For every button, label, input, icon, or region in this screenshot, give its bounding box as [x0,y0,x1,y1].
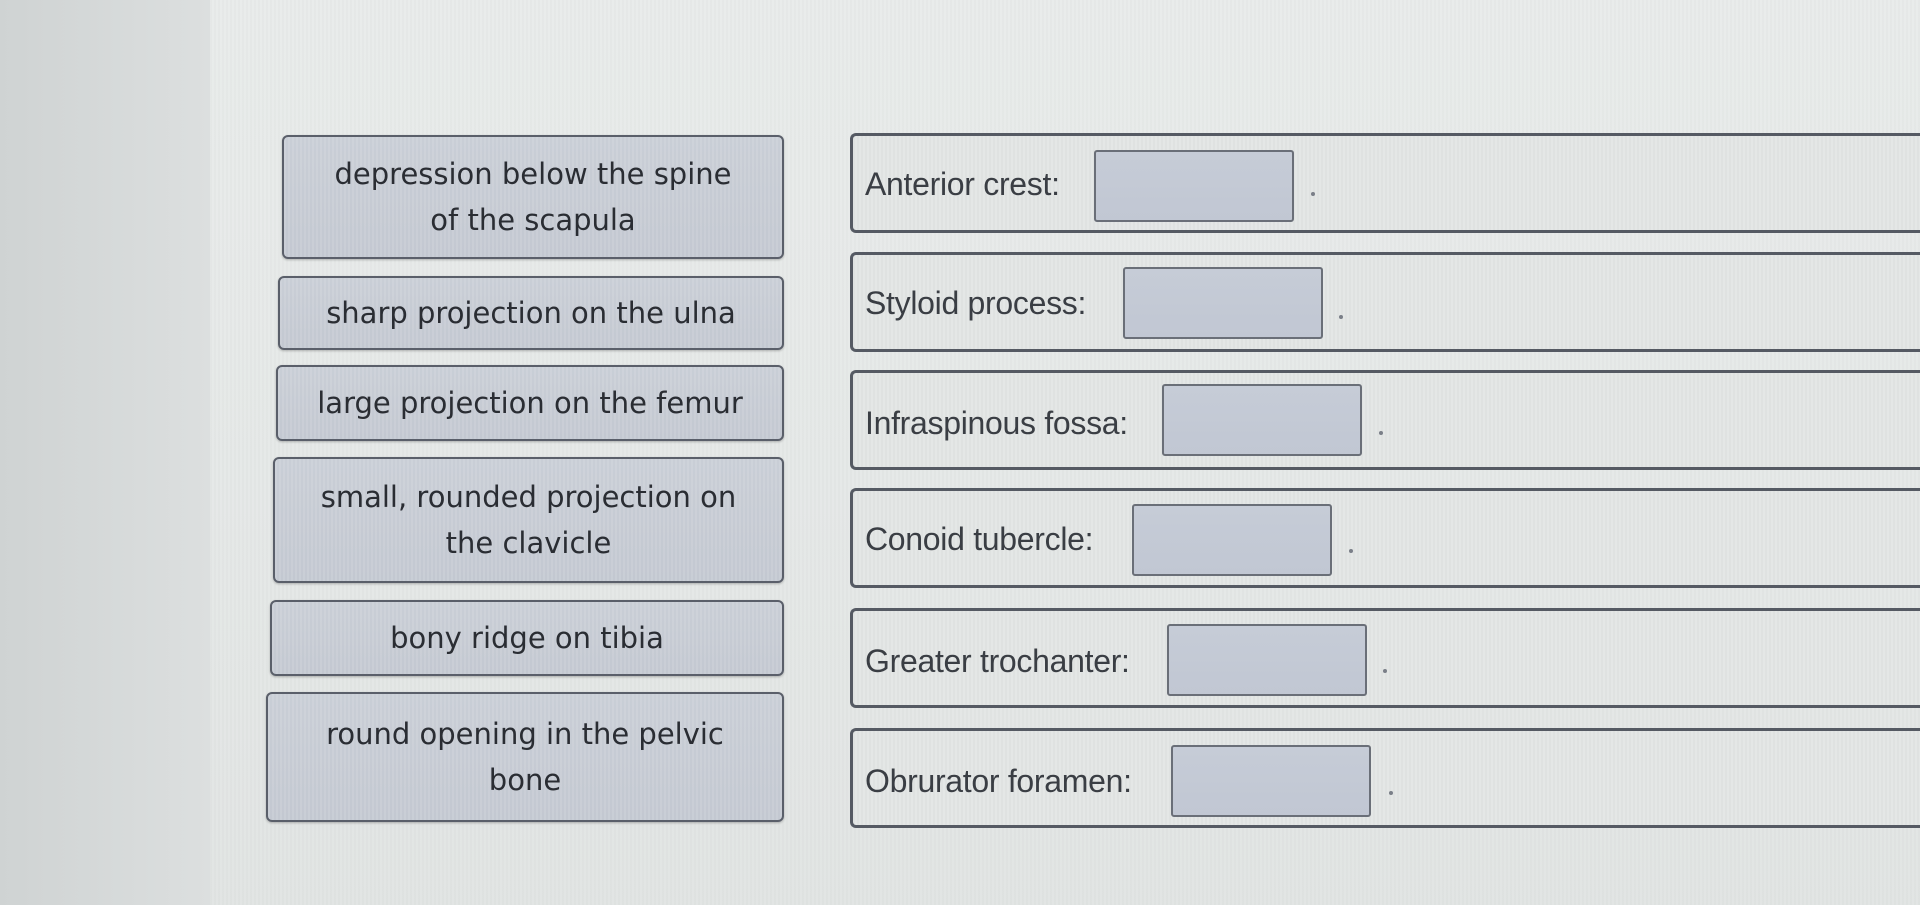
option-tile-text: large projection on the femur [317,385,743,420]
answer-drop-box[interactable] [1132,504,1332,576]
answer-drop-box[interactable] [1094,150,1294,222]
target-row-2: Styloid process: [850,252,1920,352]
page-margin [0,0,210,905]
target-label: Obrurator foramen: [865,763,1132,799]
period-mark [1349,549,1353,553]
answer-drop-box[interactable] [1171,745,1371,817]
option-tile-text: the clavicle [445,526,612,560]
option-tile-1[interactable]: depression below the spine of the scapul… [282,135,784,259]
target-row-6: Obrurator foramen: [850,728,1920,828]
target-label: Infraspinous fossa: [865,405,1128,441]
option-tile-text: sharp projection on the ulna [326,295,736,330]
option-tile-text: small, rounded projection on [320,479,737,514]
option-tile-text: depression below the spine [334,156,732,191]
target-row-3: Infraspinous fossa: [850,370,1920,470]
target-label: Greater trochanter: [865,643,1130,679]
option-tile-text: of the scapula [430,203,636,237]
option-tile-4[interactable]: small, rounded projection on the clavicl… [273,457,784,583]
target-label: Anterior crest: [865,166,1060,202]
option-tile-6[interactable]: round opening in the pelvic bone [266,692,784,822]
option-tile-text: bone [488,763,562,797]
target-row-1: Anterior crest: [850,133,1920,233]
answer-drop-box[interactable] [1167,624,1367,696]
period-mark [1311,192,1315,196]
period-mark [1383,669,1387,673]
answer-drop-box[interactable] [1123,267,1323,339]
option-tile-5[interactable]: bony ridge on tibia [270,600,784,676]
option-tile-text: bony ridge on tibia [390,620,664,655]
target-label: Conoid tubercle: [865,521,1094,557]
target-row-5: Greater trochanter: [850,608,1920,708]
period-mark [1339,315,1343,319]
target-row-4: Conoid tubercle: [850,488,1920,588]
option-tile-text: round opening in the pelvic [326,716,724,751]
target-label: Styloid process: [865,285,1087,321]
period-mark [1379,431,1383,435]
answer-drop-box[interactable] [1162,384,1362,456]
option-tile-3[interactable]: large projection on the femur [276,365,784,441]
matching-question-area: depression below the spine of the scapul… [210,0,1920,905]
option-tile-2[interactable]: sharp projection on the ulna [278,276,784,350]
period-mark [1389,791,1393,795]
